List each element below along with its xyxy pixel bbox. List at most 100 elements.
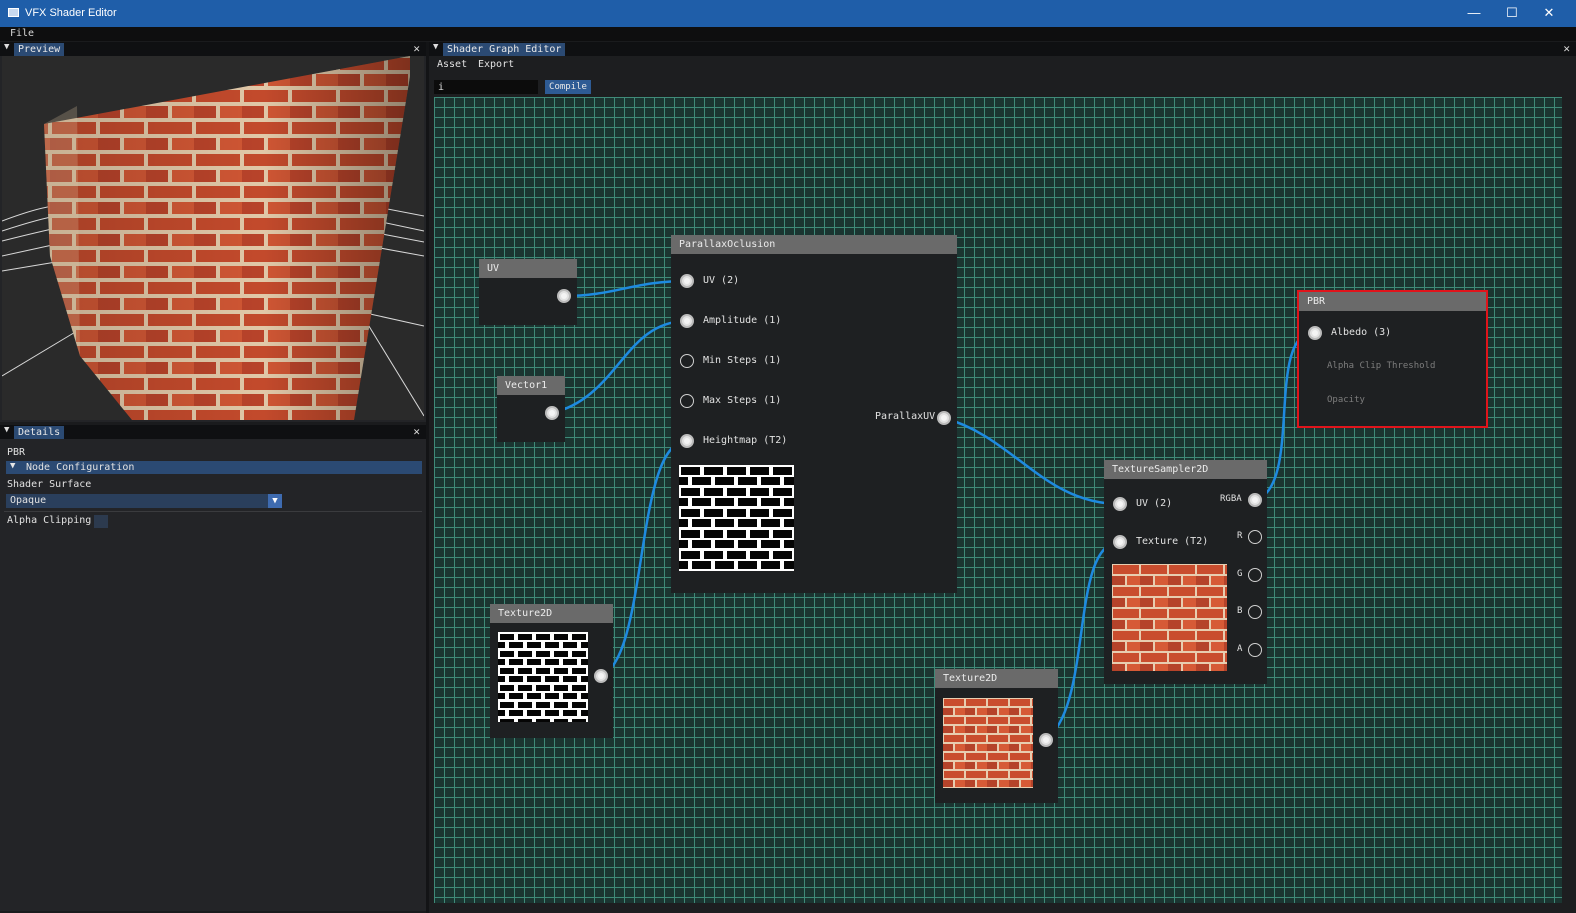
node-header[interactable]: UV — [479, 259, 577, 278]
sampler-preview — [1112, 564, 1227, 671]
app-icon — [8, 8, 19, 17]
input-pin-uv[interactable] — [680, 274, 694, 288]
input-pin-heightmap[interactable] — [680, 434, 694, 448]
section-title: Node Configuration — [26, 462, 135, 473]
node-pbr[interactable]: PBR Albedo (3) Alpha Clip Threshold Opac… — [1297, 290, 1488, 428]
collapse-icon[interactable]: ▼ — [433, 42, 438, 52]
details-panel-title[interactable]: Details — [14, 426, 65, 439]
input-pin-max-steps[interactable] — [680, 394, 694, 408]
menu-asset[interactable]: Asset — [437, 59, 467, 70]
menu-export[interactable]: Export — [478, 59, 514, 70]
title-bar: VFX Shader Editor — ☐ ✕ — [0, 0, 1576, 27]
input-label: Heightmap (T2) — [703, 435, 788, 446]
compile-button[interactable]: Compile — [545, 80, 591, 94]
menu-bar: File — [0, 27, 1576, 41]
details-panel: ▼ Details ✕ PBR ▼ Node Configuration Sha… — [0, 425, 426, 911]
collapse-icon[interactable]: ▼ — [4, 425, 9, 435]
graph-panel-header: ▼ Shader Graph Editor ✕ — [429, 42, 1576, 56]
window-title: VFX Shader Editor — [25, 7, 117, 19]
output-pin-r[interactable] — [1248, 530, 1262, 544]
node-header[interactable]: PBR — [1299, 292, 1486, 311]
input-pin-texture[interactable] — [1113, 535, 1127, 549]
search-input[interactable] — [434, 80, 538, 94]
output-pin[interactable] — [594, 669, 608, 683]
output-pin[interactable] — [557, 289, 571, 303]
node-configuration-section[interactable]: ▼ Node Configuration — [6, 461, 422, 474]
input-label: Min Steps (1) — [703, 355, 782, 366]
output-label: R — [1237, 531, 1243, 541]
preview-panel-title[interactable]: Preview — [14, 43, 65, 56]
output-pin[interactable] — [545, 406, 559, 420]
chevron-down-icon[interactable]: ▼ — [268, 494, 282, 508]
node-parallax-oclusion[interactable]: ParallaxOclusion UV (2) Amplitude (1) Mi… — [671, 235, 957, 593]
node-header[interactable]: Vector1 — [497, 376, 565, 395]
node-title: Vector1 — [505, 380, 548, 391]
output-pin-rgba[interactable] — [1248, 493, 1262, 507]
node-texture2d-albedo[interactable]: Texture2D — [935, 669, 1058, 803]
node-texture2d-heightmap[interactable]: Texture2D — [490, 604, 613, 738]
menu-file[interactable]: File — [10, 28, 34, 39]
details-panel-header: ▼ Details ✕ — [0, 425, 426, 439]
node-title: TextureSampler2D — [1112, 464, 1209, 475]
node-header[interactable]: Texture2D — [490, 604, 613, 623]
alpha-clipping-label: Alpha Clipping — [7, 515, 92, 526]
input-pin-amplitude[interactable] — [680, 314, 694, 328]
collapse-icon[interactable]: ▼ — [4, 42, 9, 52]
close-icon[interactable]: ✕ — [1531, 3, 1567, 23]
graph-panel-title[interactable]: Shader Graph Editor — [443, 43, 566, 56]
node-header[interactable]: Texture2D — [935, 669, 1058, 688]
input-pin-min-steps[interactable] — [680, 354, 694, 368]
close-icon[interactable]: ✕ — [413, 42, 420, 55]
input-label-disabled: Opacity — [1327, 395, 1365, 405]
node-header[interactable]: TextureSampler2D — [1104, 460, 1267, 479]
input-label: Texture (T2) — [1136, 536, 1209, 547]
output-pin-parallax-uv[interactable] — [937, 411, 951, 425]
shader-surface-value: Opaque — [10, 495, 47, 506]
output-label: G — [1237, 569, 1243, 579]
wire-uv-to-parallax — [563, 279, 688, 298]
alpha-clipping-checkbox[interactable] — [94, 515, 108, 528]
texture-preview — [498, 632, 588, 722]
node-title: PBR — [1307, 296, 1326, 307]
output-label: A — [1237, 644, 1243, 654]
output-label: B — [1237, 606, 1243, 616]
shader-surface-label: Shader Surface — [7, 479, 92, 490]
node-title: Texture2D — [943, 673, 998, 684]
search-field[interactable] — [434, 80, 538, 94]
minimize-icon[interactable]: — — [1456, 3, 1492, 23]
shader-surface-select[interactable]: Opaque ▼ — [6, 494, 282, 508]
wire-parallax-to-sampler — [943, 416, 1121, 506]
divider — [4, 511, 422, 512]
heightmap-preview — [679, 465, 794, 571]
expand-icon: ▼ — [10, 461, 16, 471]
node-texture-sampler-2d[interactable]: TextureSampler2D UV (2) Texture (T2) RGB… — [1104, 460, 1267, 684]
node-uv[interactable]: UV — [479, 259, 577, 325]
input-label: Max Steps (1) — [703, 395, 782, 406]
close-icon[interactable]: ✕ — [413, 425, 420, 438]
preview-viewport[interactable] — [2, 56, 424, 420]
preview-render — [2, 56, 424, 420]
input-label: UV (2) — [703, 275, 740, 286]
output-pin-b[interactable] — [1248, 605, 1262, 619]
input-label-disabled: Alpha Clip Threshold — [1327, 361, 1436, 371]
close-icon[interactable]: ✕ — [1563, 42, 1570, 55]
output-label: ParallaxUV — [875, 411, 936, 422]
input-label: Albedo (3) — [1331, 327, 1392, 338]
maximize-icon[interactable]: ☐ — [1494, 3, 1530, 23]
node-title: UV — [487, 263, 500, 274]
node-title: Texture2D — [498, 608, 553, 619]
output-pin-g[interactable] — [1248, 568, 1262, 582]
output-label: RGBA — [1220, 494, 1242, 504]
node-vector1[interactable]: Vector1 — [497, 376, 565, 442]
node-header[interactable]: ParallaxOclusion — [671, 235, 957, 254]
node-title: ParallaxOclusion — [679, 239, 776, 250]
output-pin[interactable] — [1039, 733, 1053, 747]
node-name: PBR — [7, 447, 26, 458]
input-pin-uv[interactable] — [1113, 497, 1127, 511]
texture-preview — [943, 698, 1033, 788]
input-pin-albedo[interactable] — [1308, 326, 1322, 340]
graph-canvas[interactable]: UV Vector1 ParallaxOclusion UV (2) Ampli… — [434, 97, 1562, 903]
output-pin-a[interactable] — [1248, 643, 1262, 657]
preview-panel-header: ▼ Preview ✕ — [0, 42, 426, 56]
wire-vector1-to-amplitude — [551, 319, 688, 415]
